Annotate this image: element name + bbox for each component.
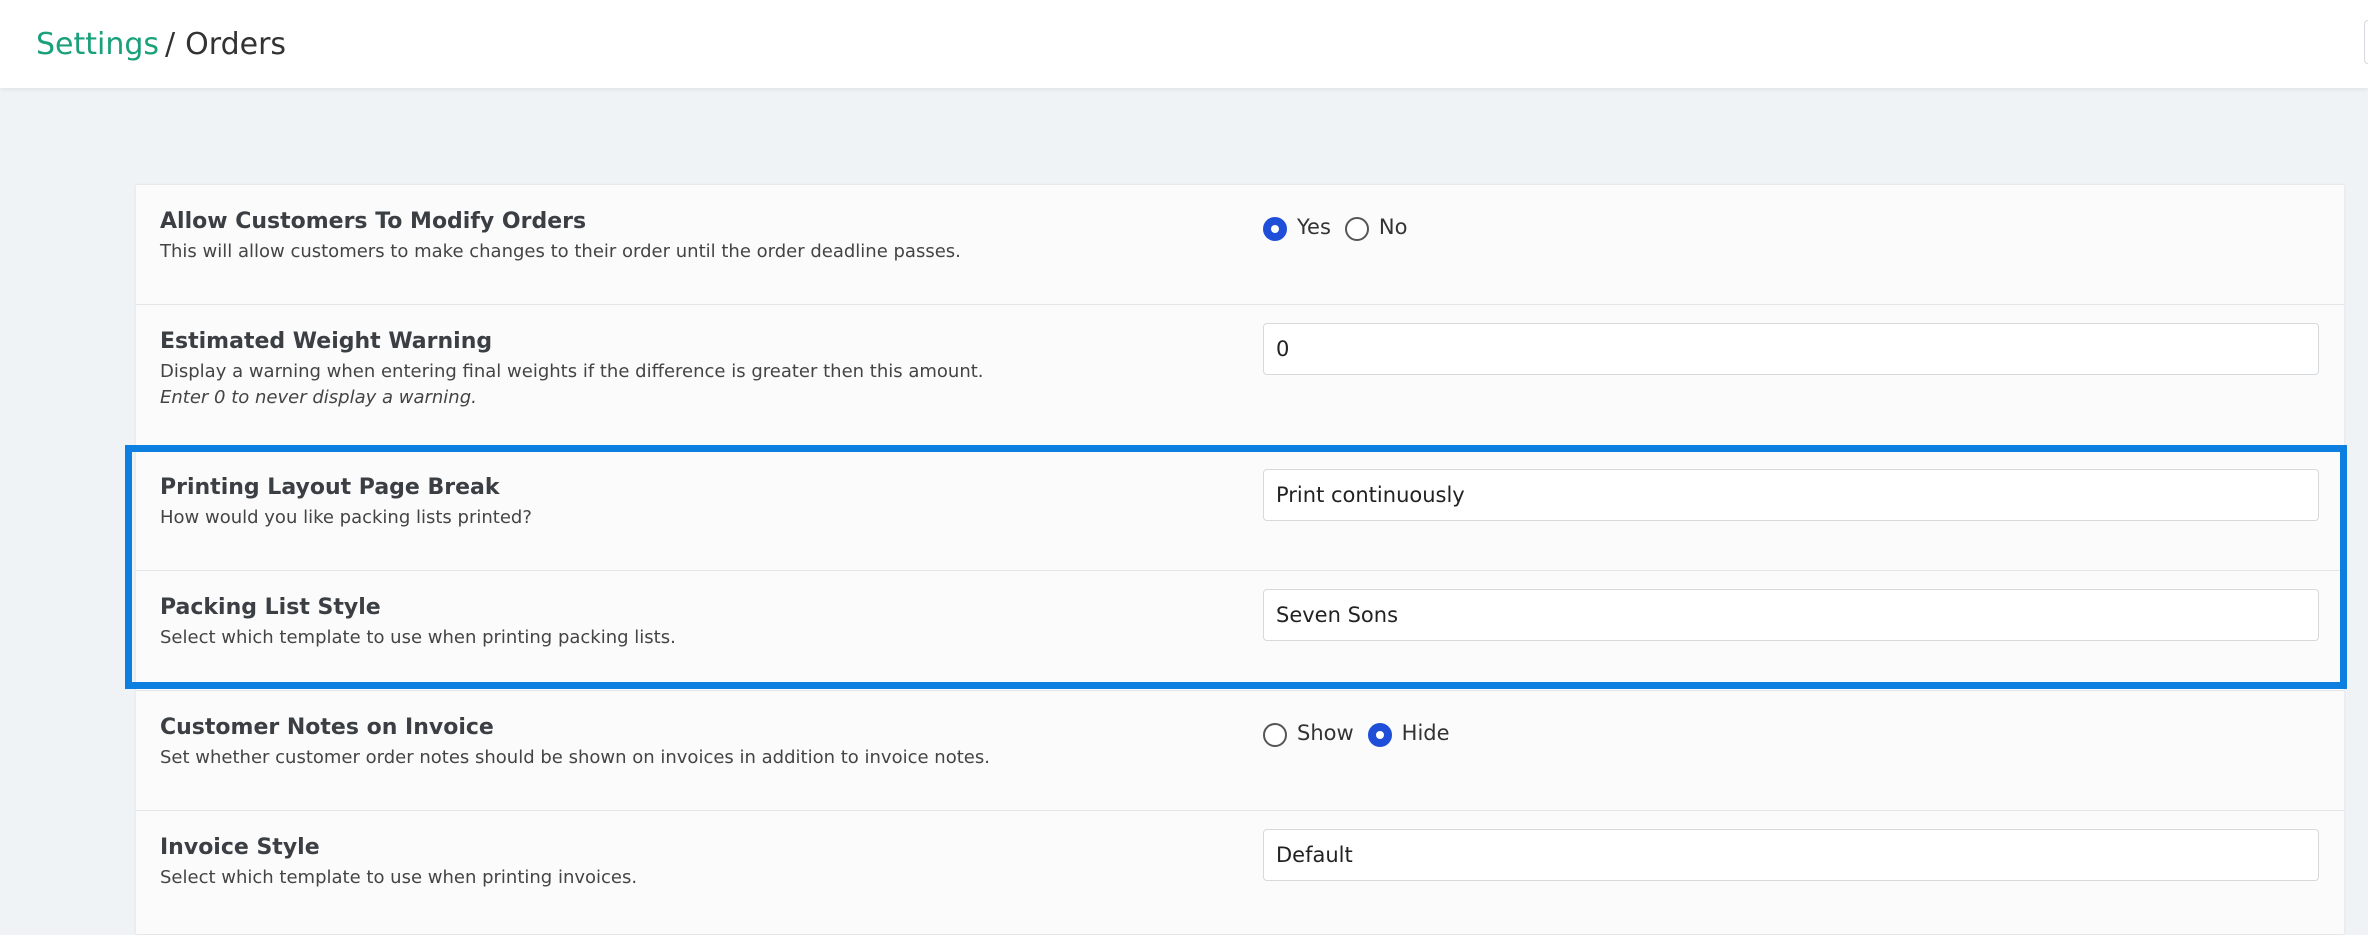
radio-hide[interactable] (1367, 723, 1392, 747)
radio-hide-label[interactable]: Hide (1402, 721, 1450, 745)
setting-row-page-break: Printing Layout Page Break How would you… (136, 451, 2344, 571)
setting-description: Display a warning when entering final we… (160, 361, 984, 382)
radio-no[interactable] (1344, 217, 1369, 241)
packing-style-select[interactable]: Seven Sons (1263, 589, 2319, 641)
radio-yes[interactable] (1263, 217, 1287, 241)
modify-orders-radio-group: Yes No (1263, 213, 2319, 241)
modify-orders-yes-option[interactable]: Yes (1263, 213, 1331, 241)
page-title: Orders (185, 26, 287, 62)
setting-hint: Enter 0 to never display a warning. (160, 387, 477, 408)
customer-notes-show-option[interactable]: Show (1263, 719, 1354, 747)
setting-title: Estimated Weight Warning (160, 329, 493, 354)
setting-title: Printing Layout Page Break (160, 475, 500, 500)
breadcrumb-separator: / (165, 26, 176, 62)
radio-show-label[interactable]: Show (1297, 721, 1354, 745)
setting-row-invoice-style: Invoice Style Select which template to u… (136, 811, 2344, 935)
setting-description: How would you like packing lists printed… (160, 507, 532, 528)
setting-row-weight-warning: Estimated Weight Warning Display a warni… (136, 305, 2344, 451)
setting-row-packing-style: Packing List Style Select which template… (136, 571, 2344, 691)
radio-no-label[interactable]: No (1379, 215, 1408, 239)
setting-title: Invoice Style (160, 835, 320, 860)
setting-description: Select which template to use when printi… (160, 627, 676, 648)
customer-notes-hide-option[interactable]: Hide (1367, 719, 1450, 747)
breadcrumb: Settings / Orders (36, 27, 286, 62)
radio-show[interactable] (1263, 723, 1287, 747)
setting-description: Set whether customer order notes should … (160, 747, 990, 768)
settings-panel: Allow Customers To Modify Orders This wi… (136, 184, 2344, 934)
customer-notes-radio-group: Show Hide (1263, 719, 2319, 747)
setting-title: Packing List Style (160, 595, 381, 620)
invoice-style-select[interactable]: Default (1263, 829, 2319, 881)
setting-title: Customer Notes on Invoice (160, 715, 494, 740)
radio-yes-label[interactable]: Yes (1297, 215, 1331, 239)
setting-row-customer-notes: Customer Notes on Invoice Set whether cu… (136, 691, 2344, 811)
setting-row-modify-orders: Allow Customers To Modify Orders This wi… (136, 185, 2344, 305)
setting-description: This will allow customers to make change… (160, 241, 961, 262)
topbar-action-button[interactable] (2364, 20, 2368, 64)
breadcrumb-settings-link[interactable]: Settings (36, 27, 159, 62)
top-bar: Settings / Orders (0, 0, 2368, 88)
setting-title: Allow Customers To Modify Orders (160, 209, 587, 234)
page-break-select[interactable]: Print continuously (1263, 469, 2319, 521)
modify-orders-no-option[interactable]: No (1344, 213, 1408, 241)
setting-description: Select which template to use when printi… (160, 867, 638, 888)
weight-warning-input[interactable]: 0 (1263, 323, 2319, 375)
